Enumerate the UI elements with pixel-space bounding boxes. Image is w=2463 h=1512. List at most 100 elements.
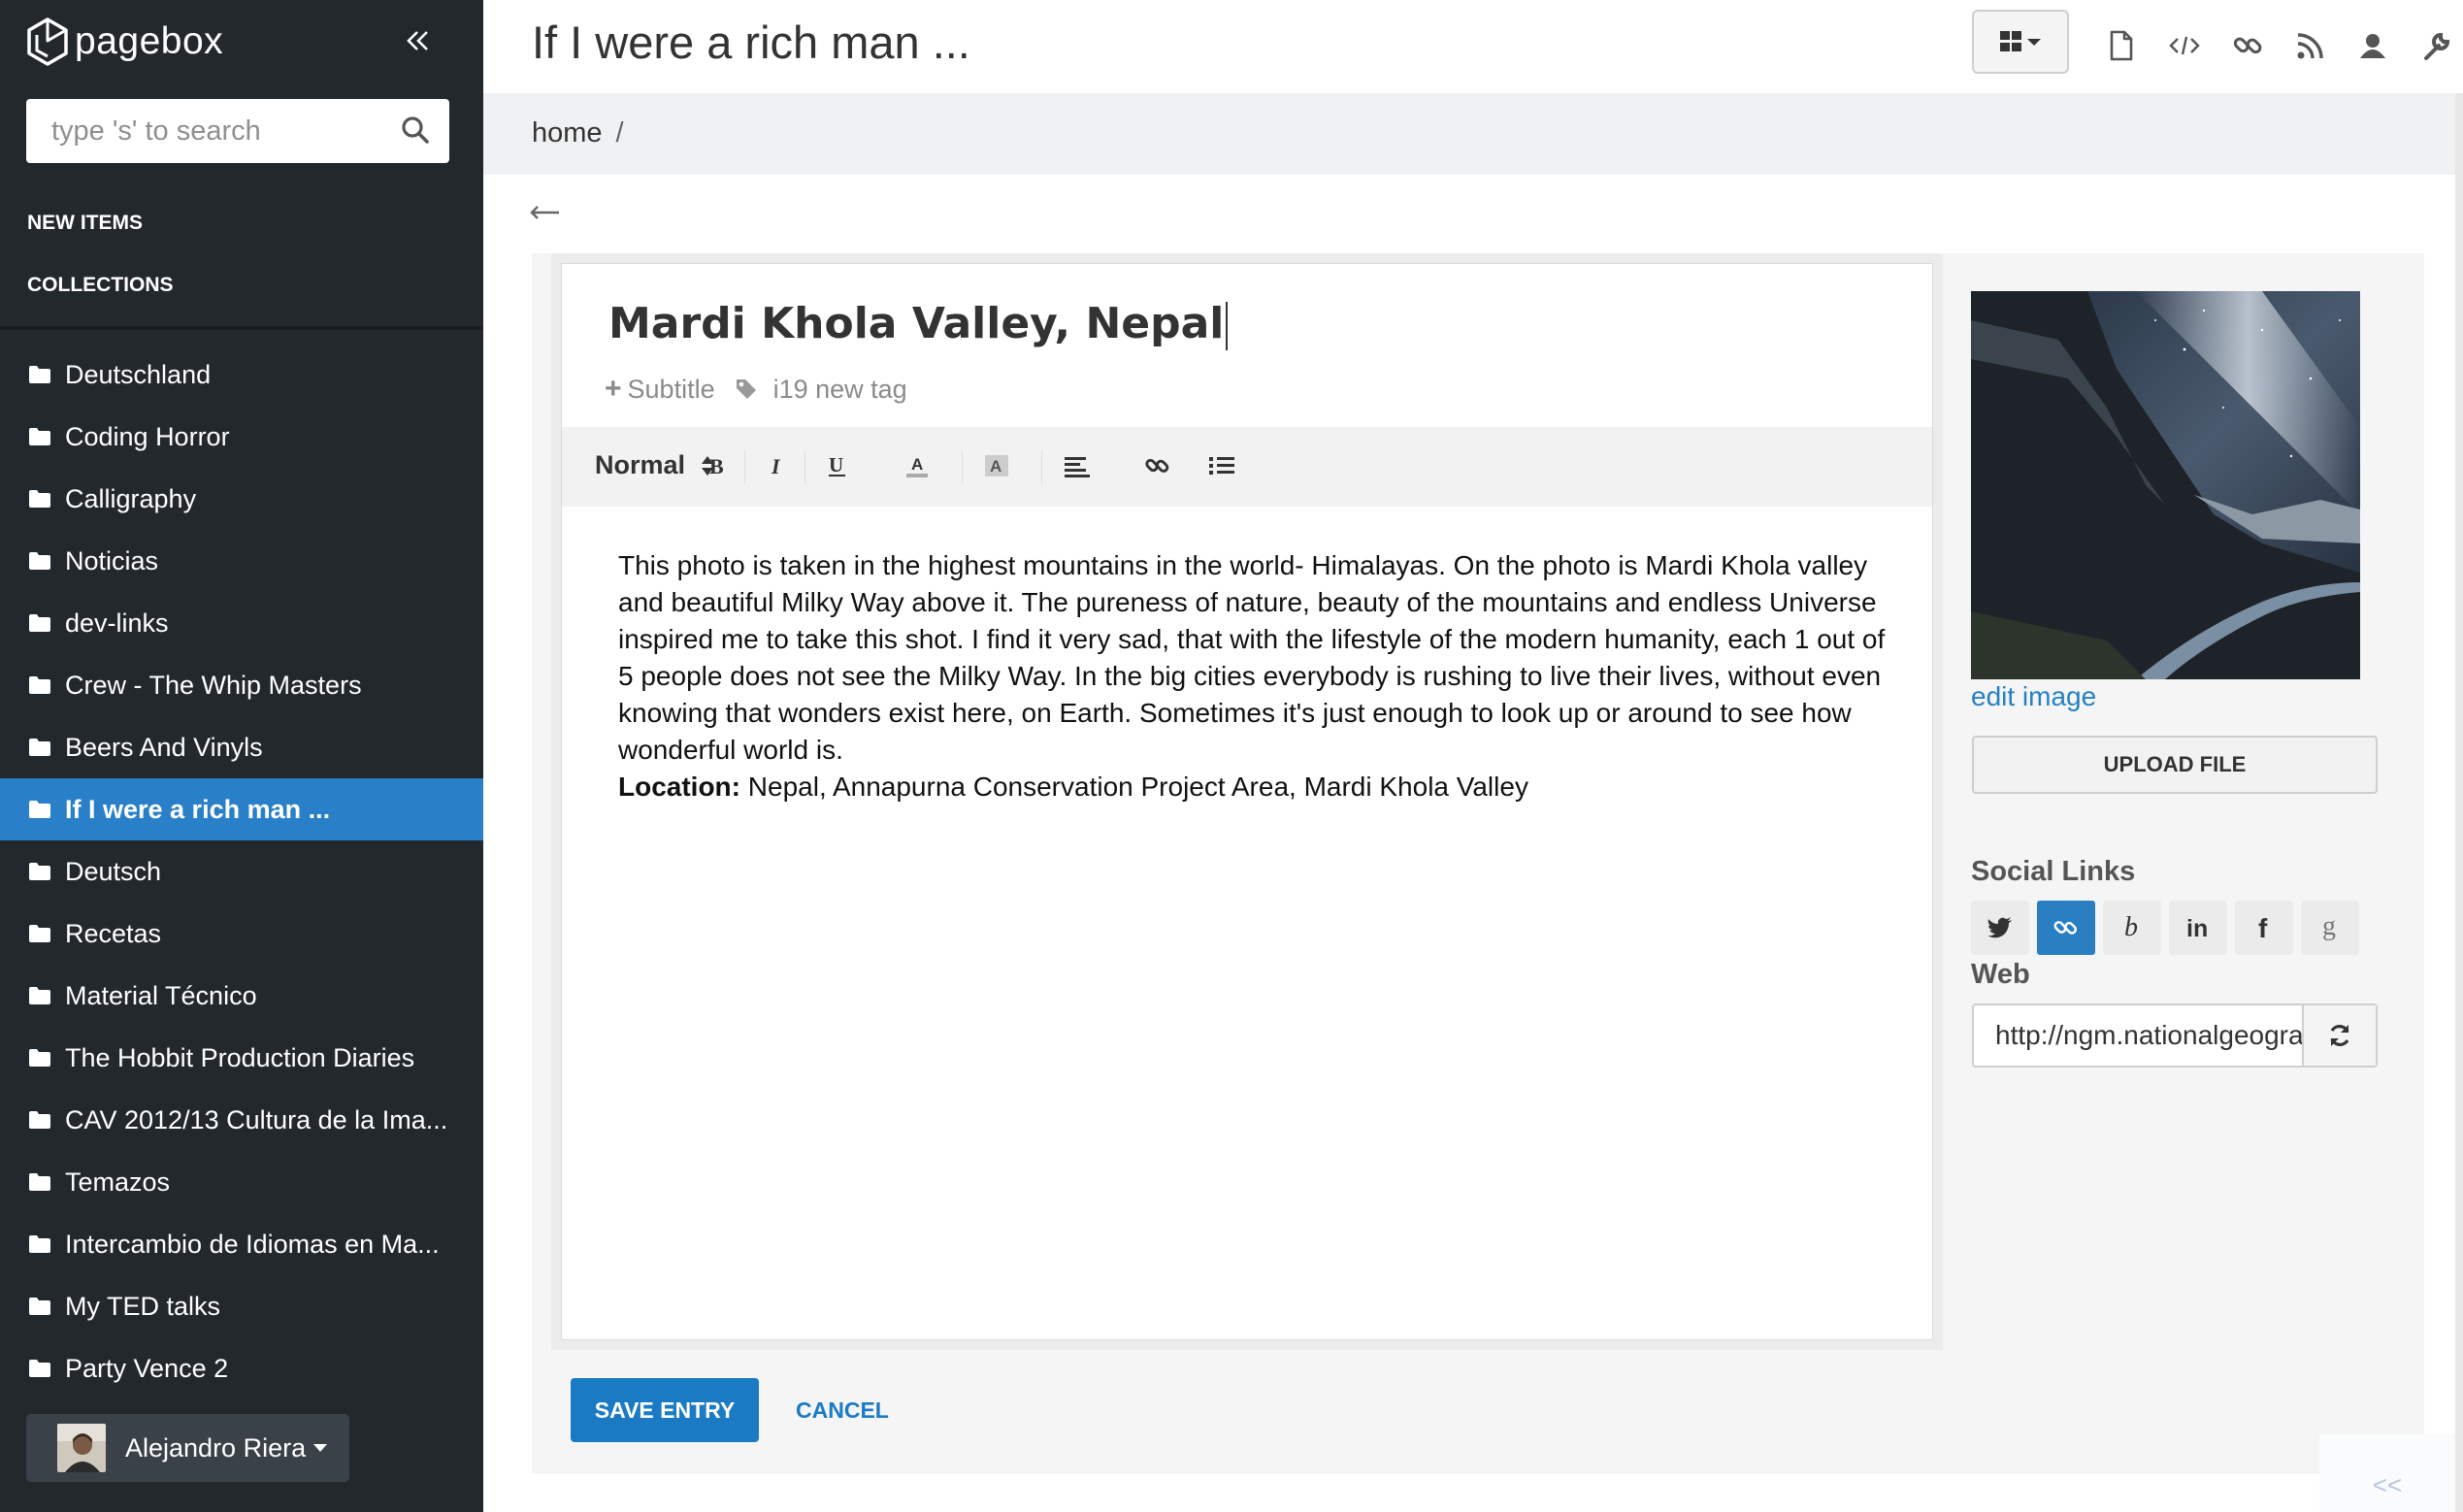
- collections-list: Deutschland Coding Horror Calligraphy Notic…: [0, 344, 483, 1399]
- paragraph-format-select[interactable]: Normal: [595, 450, 714, 480]
- social-twitter-button[interactable]: [1971, 901, 2029, 955]
- sidebar: pagebox NEW ITEMS COLLECTIONS Deutschlan…: [0, 0, 483, 1512]
- collection-item[interactable]: If I were a rich man ...: [0, 778, 483, 840]
- collection-label: Temazos: [65, 1167, 171, 1197]
- underline-icon: U: [829, 453, 845, 477]
- svg-text:A: A: [911, 455, 923, 474]
- folder-icon: [29, 552, 50, 570]
- social-link-button[interactable]: [2037, 901, 2095, 955]
- link-icon[interactable]: [2232, 29, 2265, 62]
- search-icon[interactable]: [401, 115, 430, 145]
- expand-panel-toggle[interactable]: <<: [2319, 1434, 2455, 1512]
- cancel-button[interactable]: CANCEL: [796, 1397, 889, 1424]
- social-linkedin-button[interactable]: in: [2169, 901, 2227, 955]
- link-icon: [2053, 921, 2078, 935]
- user-menu-button[interactable]: Alejandro Riera: [26, 1414, 349, 1482]
- code-icon[interactable]: [2168, 29, 2201, 62]
- search-input[interactable]: [26, 99, 385, 163]
- entry-image: [1971, 291, 2360, 679]
- scrollbar[interactable]: [2455, 93, 2463, 1512]
- align-button[interactable]: [1057, 446, 1096, 485]
- collection-item[interactable]: Calligraphy: [0, 468, 483, 530]
- svg-text:A: A: [990, 457, 1002, 476]
- collection-item[interactable]: Noticias: [0, 530, 483, 592]
- collection-item[interactable]: Intercambio de Idiomas en Ma...: [0, 1213, 483, 1275]
- collection-item[interactable]: The Hobbit Production Diaries: [0, 1027, 483, 1089]
- social-facebook-button[interactable]: f: [2235, 901, 2293, 955]
- folder-icon: [29, 1049, 50, 1067]
- folder-icon: [29, 925, 50, 942]
- breadcrumb-separator: /: [615, 117, 624, 148]
- edit-image-link[interactable]: edit image: [1971, 681, 2096, 712]
- collection-label: dev-links: [65, 608, 169, 638]
- background-color-button[interactable]: A: [977, 446, 1016, 485]
- collection-item[interactable]: Deutschland: [0, 344, 483, 406]
- user-icon[interactable]: [2356, 29, 2389, 62]
- behance-icon: b: [2124, 914, 2138, 941]
- entry-body-editor[interactable]: This photo is taken in the highest mount…: [618, 547, 1889, 805]
- collection-label: Recetas: [65, 918, 162, 948]
- add-subtitle-button[interactable]: + Subtitle: [605, 373, 715, 406]
- collection-item[interactable]: Coding Horror: [0, 406, 483, 468]
- collection-item[interactable]: Beers And Vinyls: [0, 716, 483, 778]
- collection-item[interactable]: My TED talks: [0, 1275, 483, 1337]
- collection-label: Deutsch: [65, 856, 162, 886]
- bullet-list-button[interactable]: [1202, 446, 1241, 485]
- collapse-sidebar-button[interactable]: [398, 21, 439, 60]
- refresh-icon: [2330, 1025, 2349, 1046]
- entry-title-input[interactable]: Mardi Khola Valley, Nepal: [608, 299, 1229, 350]
- rss-icon[interactable]: [2294, 29, 2327, 62]
- view-mode-button[interactable]: [1972, 10, 2069, 74]
- nav-new-items[interactable]: NEW ITEMS: [27, 212, 143, 235]
- caret-down-icon: [313, 1444, 328, 1452]
- paragraph-format-value: Normal: [595, 450, 686, 479]
- collection-label: My TED talks: [65, 1291, 221, 1321]
- social-links-heading: Social Links: [1971, 856, 2136, 887]
- app-logo[interactable]: pagebox: [26, 16, 223, 67]
- grid-icon: [2000, 31, 2041, 51]
- document-icon[interactable]: [2104, 29, 2137, 62]
- tag-input[interactable]: i19 new tag: [773, 375, 907, 405]
- sidebar-divider: [0, 326, 483, 330]
- double-chevron-left-icon: [407, 31, 428, 50]
- upload-file-button[interactable]: UPLOAD FILE: [1972, 736, 2378, 794]
- collection-item[interactable]: CAV 2012/13 Cultura de la Ima...: [0, 1089, 483, 1151]
- avatar: [57, 1424, 106, 1472]
- breadcrumb-home[interactable]: home: [532, 117, 603, 148]
- social-behance-button[interactable]: b: [2103, 901, 2161, 955]
- location-label: Location:: [618, 772, 740, 802]
- collection-label: Coding Horror: [65, 421, 230, 451]
- nav-collections[interactable]: COLLECTIONS: [27, 274, 174, 297]
- web-label: Web: [1971, 959, 2030, 990]
- collection-label: The Hobbit Production Diaries: [65, 1042, 415, 1072]
- collection-item[interactable]: Crew - The Whip Masters: [0, 654, 483, 716]
- collection-item[interactable]: Deutsch: [0, 840, 483, 903]
- collection-item[interactable]: Temazos: [0, 1151, 483, 1213]
- collection-item[interactable]: Party Vence 2: [0, 1337, 483, 1399]
- save-entry-button[interactable]: SAVE ENTRY: [571, 1378, 759, 1442]
- bold-button[interactable]: B: [698, 446, 737, 485]
- folder-icon: [29, 1360, 50, 1377]
- folder-icon: [29, 863, 50, 880]
- collection-item[interactable]: Recetas: [0, 903, 483, 965]
- social-google-button[interactable]: g: [2301, 901, 2359, 955]
- collection-item[interactable]: dev-links: [0, 592, 483, 654]
- italic-button[interactable]: I: [758, 446, 797, 485]
- folder-icon: [29, 1111, 50, 1129]
- folder-icon: [29, 614, 50, 632]
- underline-button[interactable]: U: [818, 446, 857, 485]
- toolbar-separator: [962, 450, 963, 483]
- text-color-icon: A: [906, 455, 928, 477]
- refresh-url-button[interactable]: [2302, 1005, 2376, 1066]
- collection-item[interactable]: Material Técnico: [0, 965, 483, 1027]
- back-arrow-icon[interactable]: [529, 198, 562, 227]
- web-url-input[interactable]: [1974, 1005, 2304, 1066]
- facebook-icon: f: [2258, 914, 2268, 941]
- insert-link-button[interactable]: [1138, 446, 1177, 485]
- text-color-button[interactable]: A: [898, 446, 936, 485]
- wrench-icon[interactable]: [2420, 29, 2453, 62]
- svg-text:g: g: [2322, 913, 2336, 941]
- plus-icon: +: [605, 373, 622, 405]
- collection-label: Intercambio de Idiomas en Ma...: [65, 1229, 440, 1259]
- entry-body-text: This photo is taken in the highest mount…: [618, 550, 1886, 765]
